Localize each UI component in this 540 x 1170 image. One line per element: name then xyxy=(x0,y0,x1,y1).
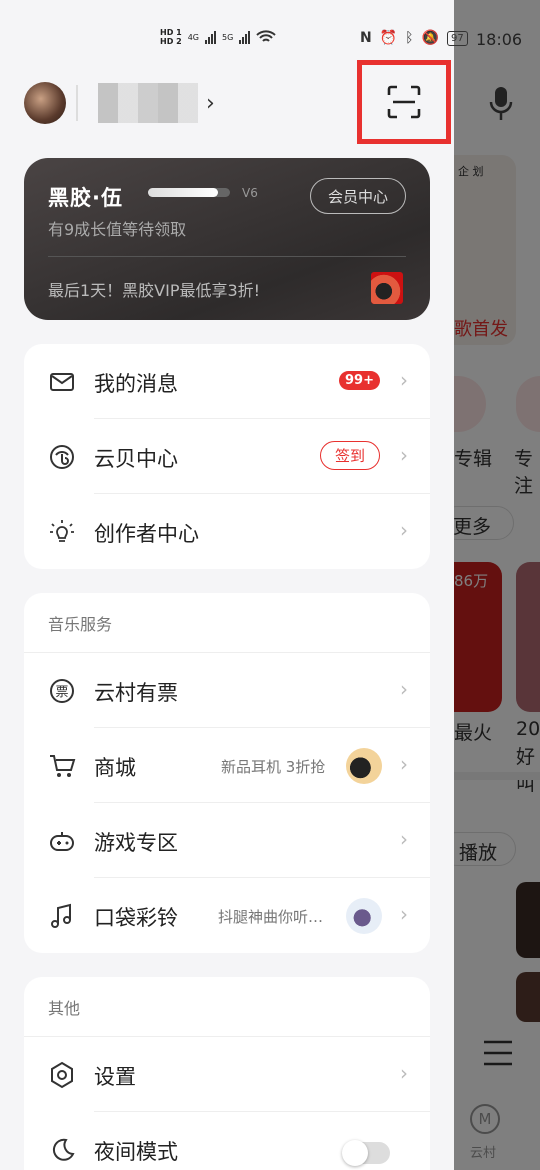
status-bar: HD 1 HD 2 4G 5G N ⏰ ᛒ 🔕 97 18:06 xyxy=(0,0,540,80)
ringtone-thumbnail xyxy=(346,898,382,934)
vip-level: V6 xyxy=(242,186,258,200)
chevron-right-icon: › xyxy=(400,443,408,467)
divider xyxy=(76,85,78,121)
section-title: 音乐服务 xyxy=(48,615,113,634)
divider xyxy=(48,256,406,257)
earphone-thumbnail xyxy=(346,748,382,784)
chevron-right-icon: › xyxy=(400,902,408,926)
vip-progress-bar xyxy=(148,188,230,197)
ringtone-promo-note: 抖腿神曲你听… xyxy=(218,908,324,926)
ticket-icon: 票 xyxy=(48,677,76,705)
moon-icon xyxy=(48,1136,76,1164)
sign-in-button[interactable]: 签到 xyxy=(319,441,380,470)
chevron-right-icon: › xyxy=(400,368,408,392)
avatar[interactable] xyxy=(24,82,66,124)
menu-item-night-mode[interactable]: 夜间模式 xyxy=(24,1112,430,1170)
lightbulb-icon xyxy=(48,518,76,546)
microphone-icon[interactable] xyxy=(486,84,516,124)
vip-promo-text[interactable]: 最后1天！黑胶VIP最低享3折! xyxy=(48,277,260,301)
bluetooth-icon: ᛒ xyxy=(405,30,414,46)
music-services-card: 音乐服务 票 云村有票 › 商城 新品耳机 3折抢 › 游戏专区 › 口袋彩铃 … xyxy=(24,593,430,953)
svg-text:票: 票 xyxy=(55,685,68,700)
vip-card[interactable]: 黑胶·伍 V6 会员中心 有9成长值等待领取 最后1天！黑胶VIP最低享3折! xyxy=(24,158,430,320)
mail-icon xyxy=(48,368,76,396)
nfc-icon: N xyxy=(360,30,372,46)
chevron-right-icon: › xyxy=(206,90,215,116)
menu-item-settings[interactable]: 设置 › xyxy=(24,1037,430,1112)
gamepad-icon xyxy=(48,827,76,855)
menu-item-messages[interactable]: 我的消息 99+ › xyxy=(24,344,430,419)
menu-item-ringtone[interactable]: 口袋彩铃 抖腿神曲你听… › xyxy=(24,878,430,953)
menu-item-games[interactable]: 游戏专区 › xyxy=(24,803,430,878)
menu-item-cloud-coin[interactable]: 云贝中心 签到 › xyxy=(24,419,430,494)
menu-item-tickets[interactable]: 票 云村有票 › xyxy=(24,653,430,728)
chevron-right-icon: › xyxy=(400,518,408,542)
night-mode-toggle[interactable] xyxy=(342,1140,390,1166)
network-indicators: HD 1 HD 2 4G 5G xyxy=(160,28,276,46)
cart-icon xyxy=(48,752,76,780)
user-name-redacted[interactable] xyxy=(98,83,198,123)
chevron-right-icon: › xyxy=(400,827,408,851)
account-card: 我的消息 99+ › 云贝中心 签到 › 创作者中心 › xyxy=(24,344,430,569)
user-profile-header[interactable]: › xyxy=(24,82,215,124)
chevron-right-icon: › xyxy=(400,1061,408,1085)
signal-icon xyxy=(204,30,216,44)
other-card: 其他 设置 › 夜间模式 xyxy=(24,977,430,1170)
settings-icon xyxy=(48,1061,76,1089)
battery-icon: 97 xyxy=(447,30,468,46)
side-drawer: › 黑胶·伍 V6 会员中心 有9成长值等待领取 最后1天！黑胶VIP最低享3折… xyxy=(0,0,454,1170)
menu-item-mall[interactable]: 商城 新品耳机 3折抢 › xyxy=(24,728,430,803)
ringtone-icon xyxy=(48,902,76,930)
vip-subtitle: 有9成长值等待领取 xyxy=(48,220,187,239)
clock: 18:06 xyxy=(476,30,523,49)
system-icons: N ⏰ ᛒ 🔕 97 xyxy=(360,30,468,46)
member-center-button[interactable]: 会员中心 xyxy=(310,178,406,214)
chevron-right-icon: › xyxy=(400,752,408,776)
signal-icon xyxy=(239,30,251,44)
scan-icon xyxy=(387,85,421,119)
hd-icon: HD 1 HD 2 xyxy=(160,28,182,46)
vip-promo-thumbnail xyxy=(371,272,403,304)
section-title: 其他 xyxy=(48,999,81,1018)
unread-badge: 99+ xyxy=(339,371,380,390)
menu-item-creator-center[interactable]: 创作者中心 › xyxy=(24,494,430,569)
mute-icon: 🔕 xyxy=(421,30,439,46)
alarm-icon: ⏰ xyxy=(379,30,398,46)
mall-promo-note: 新品耳机 3折抢 xyxy=(221,758,326,776)
vip-title: 黑胶·伍 xyxy=(48,186,123,210)
wifi-icon xyxy=(256,29,276,45)
coin-icon xyxy=(48,443,76,471)
chevron-right-icon: › xyxy=(400,677,408,701)
